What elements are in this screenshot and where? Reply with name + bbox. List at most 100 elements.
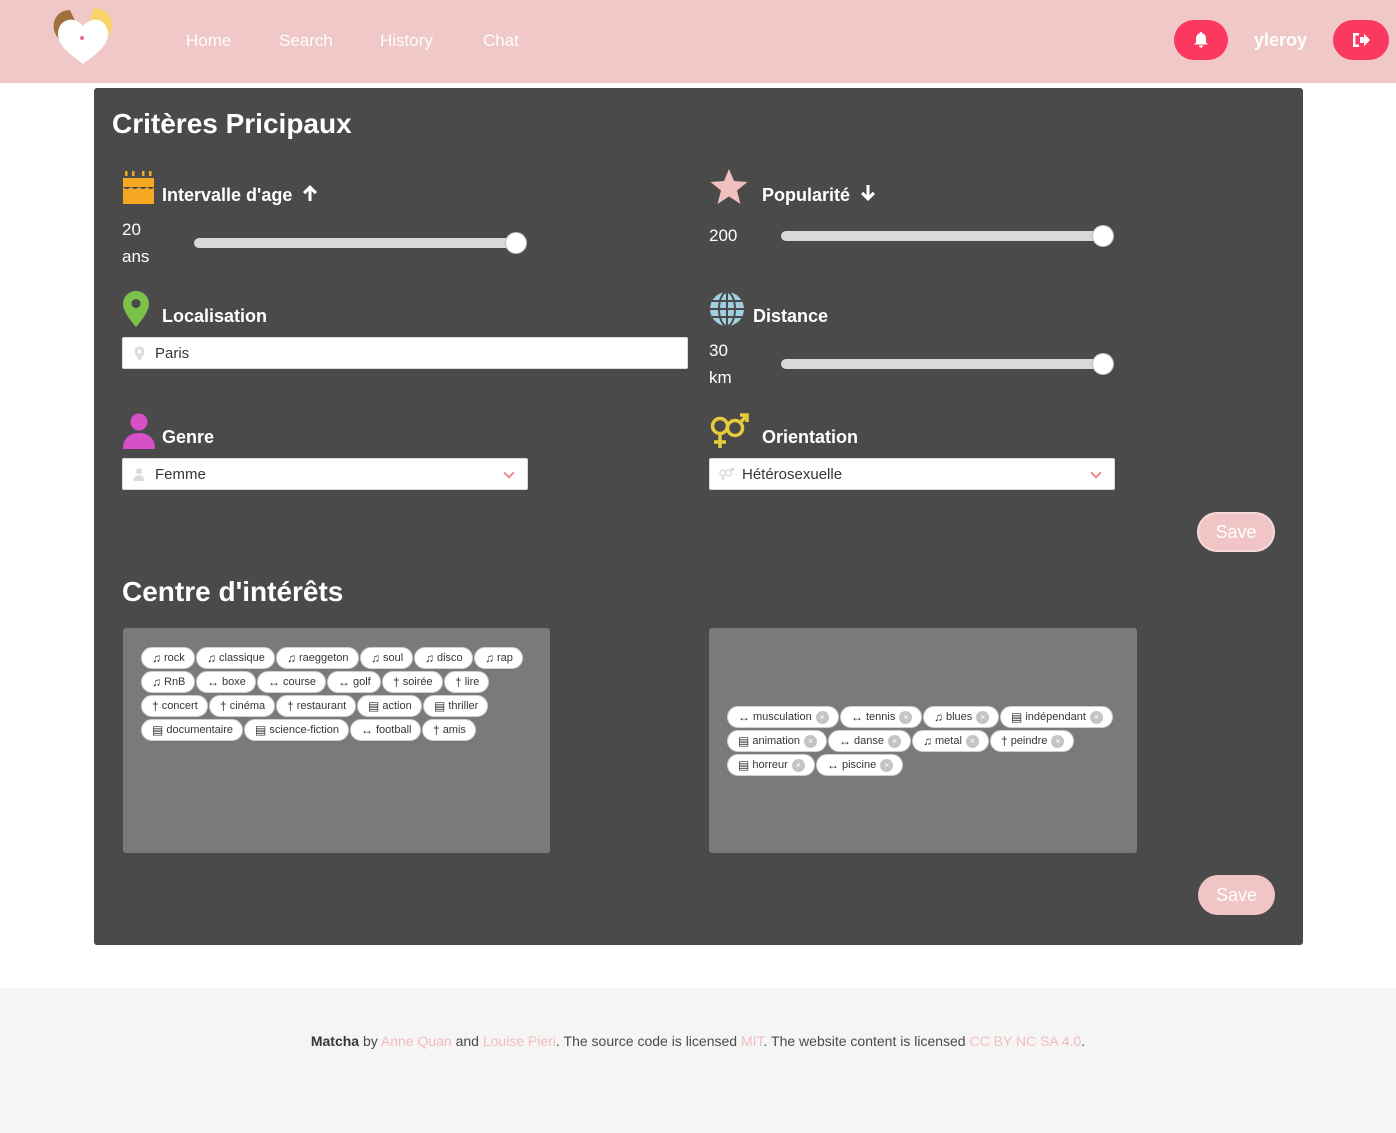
selected-interest-tag[interactable]: ♫ blues ×	[923, 706, 1000, 728]
interest-tag[interactable]: ▤ science-fiction	[244, 719, 350, 741]
license-link-mit[interactable]: MIT	[741, 1033, 764, 1049]
criteria-title: Critères Pricipaux	[112, 108, 352, 139]
interest-label: animation	[752, 735, 801, 747]
selected-interests-box[interactable]: ↔ musculation × ↔ tennis × ♫ blues × ▤ indépendant…	[709, 628, 1137, 853]
interest-tag[interactable]: ↔ boxe	[196, 671, 256, 693]
age-slider-thumb[interactable]	[505, 232, 527, 254]
remove-tag-icon[interactable]: ×	[965, 734, 979, 748]
sign-out-icon	[1353, 33, 1370, 47]
selected-interest-tag[interactable]: ▤ horreur ×	[727, 754, 815, 776]
logout-button[interactable]	[1333, 20, 1389, 60]
remove-tag-icon[interactable]: ×	[976, 710, 990, 724]
remove-tag-icon[interactable]: ×	[804, 734, 818, 748]
music-icon: ♫	[923, 734, 932, 748]
notifications-button[interactable]	[1174, 20, 1228, 60]
interest-tag[interactable]: † lire	[444, 671, 490, 693]
nav-history[interactable]: History	[380, 31, 433, 51]
dumbbell-icon: ↔	[338, 675, 350, 689]
remove-tag-icon[interactable]: ×	[1089, 710, 1103, 724]
gender-label: Genre	[162, 427, 215, 447]
chevron-down-icon	[503, 467, 515, 479]
interest-tag[interactable]: ♫ rap	[474, 647, 523, 669]
nav-chat[interactable]: Chat	[483, 31, 519, 51]
selected-interest-tag[interactable]: ↔ musculation ×	[727, 706, 839, 728]
interest-tag[interactable]: ↔ football	[350, 719, 422, 741]
bell-icon	[1194, 32, 1208, 48]
interest-label: cinéma	[229, 700, 266, 712]
interest-tag[interactable]: ▤ thriller	[423, 695, 489, 717]
interest-tag[interactable]: † restaurant	[276, 695, 357, 717]
interest-tag[interactable]: ♫ disco	[414, 647, 473, 669]
selected-interest-tag[interactable]: ↔ piscine ×	[816, 754, 904, 776]
selected-interest-tag[interactable]: ↔ danse ×	[828, 730, 911, 752]
license-link-cc[interactable]: CC BY NC SA 4.0	[969, 1033, 1081, 1049]
birthday-cake-icon	[122, 168, 155, 210]
orientation-select[interactable]: Hétérosexuelle	[709, 458, 1115, 490]
popularity-value: 200	[709, 226, 738, 245]
music-icon: ♫	[152, 675, 161, 689]
interest-label: raeggeton	[299, 652, 349, 664]
interest-tag[interactable]: ▤ documentaire	[141, 719, 243, 741]
arrow-down-icon[interactable]	[860, 184, 876, 207]
interest-tag[interactable]: ↔ course	[257, 671, 327, 693]
interest-tag[interactable]: ▤ action	[357, 695, 422, 717]
interest-label: golf	[353, 676, 371, 688]
location-input[interactable]: Paris	[122, 337, 688, 369]
location-label: Localisation	[162, 306, 268, 326]
remove-tag-icon[interactable]: ×	[815, 710, 829, 724]
interest-tag[interactable]: † amis	[422, 719, 476, 741]
selected-interest-tag[interactable]: ↔ tennis ×	[840, 706, 923, 728]
author-link-anne[interactable]: Anne Quan	[381, 1033, 452, 1049]
dumbbell-icon: ↔	[268, 675, 280, 689]
interest-tag[interactable]: ♫ soul	[360, 647, 414, 669]
film-icon: ▤	[738, 758, 750, 772]
popularity-slider[interactable]	[781, 225, 1114, 247]
interest-tag[interactable]: ♫ rock	[141, 647, 195, 669]
interest-tag[interactable]: ↔ golf	[327, 671, 381, 693]
interest-label: peindre	[1010, 735, 1048, 747]
nav-search[interactable]: Search	[279, 31, 333, 51]
distance-slider[interactable]	[781, 353, 1114, 375]
dumbbell-icon: ↔	[207, 675, 219, 689]
nav-home[interactable]: Home	[186, 31, 231, 51]
interest-tag[interactable]: ♫ classique	[196, 647, 275, 669]
popularity-slider-thumb[interactable]	[1092, 225, 1114, 247]
interest-label: horreur	[752, 759, 788, 771]
selected-interest-tag[interactable]: † peindre ×	[990, 730, 1075, 752]
interest-label: disco	[437, 652, 463, 664]
user-icon	[122, 413, 156, 454]
selected-interest-tag[interactable]: ▤ indépendant ×	[1000, 706, 1113, 728]
cocktail-icon: †	[393, 675, 400, 689]
remove-tag-icon[interactable]: ×	[1051, 734, 1065, 748]
interest-label: RnB	[164, 676, 186, 688]
cocktail-icon: †	[287, 699, 294, 713]
matcha-logo[interactable]	[48, 4, 118, 66]
save-criteria-button[interactable]: Save	[1197, 512, 1275, 552]
author-link-louise[interactable]: Louise Pieri	[483, 1033, 556, 1049]
selected-interest-tag[interactable]: ▤ animation ×	[727, 730, 828, 752]
selected-interest-tag[interactable]: ♫ metal ×	[912, 730, 989, 752]
interest-label: rap	[497, 652, 513, 664]
remove-tag-icon[interactable]: ×	[880, 758, 894, 772]
chevron-down-icon	[1090, 467, 1102, 479]
gender-select[interactable]: Femme	[122, 458, 528, 490]
available-interests-box[interactable]: ♫ rock ♫ classique ♫ raeggeton ♫ soul ♫ disco ♫ rap…	[123, 628, 550, 853]
age-slider[interactable]	[194, 232, 527, 254]
remove-tag-icon[interactable]: ×	[791, 758, 805, 772]
arrow-up-icon[interactable]	[302, 184, 318, 207]
film-icon: ▤	[1011, 710, 1023, 724]
interest-tag[interactable]: † cinéma	[209, 695, 276, 717]
interest-tag[interactable]: ♫ raeggeton	[276, 647, 359, 669]
interest-label: soirée	[402, 676, 433, 688]
dumbbell-icon: ↔	[851, 710, 863, 724]
save-interests-button[interactable]: Save	[1198, 875, 1275, 915]
interest-tag[interactable]: † concert	[141, 695, 208, 717]
interest-label: classique	[219, 652, 265, 664]
interest-tag[interactable]: ♫ RnB	[141, 671, 196, 693]
remove-tag-icon[interactable]: ×	[887, 734, 901, 748]
username[interactable]: yleroy	[1254, 30, 1307, 51]
interest-tag[interactable]: † soirée	[382, 671, 443, 693]
distance-slider-thumb[interactable]	[1092, 353, 1114, 375]
interest-label: concert	[161, 700, 198, 712]
remove-tag-icon[interactable]: ×	[899, 710, 913, 724]
